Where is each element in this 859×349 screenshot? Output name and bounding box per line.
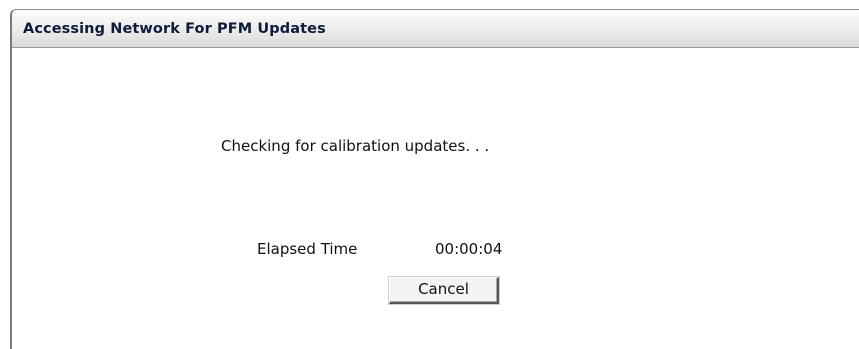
elapsed-time-label: Elapsed Time <box>257 240 358 258</box>
dialog-content: Checking for calibration updates. . . El… <box>12 48 859 349</box>
progress-dialog: Accessing Network For PFM Updates Checki… <box>10 9 859 349</box>
status-message: Checking for calibration updates. . . <box>221 137 490 155</box>
title-bar[interactable]: Accessing Network For PFM Updates <box>12 10 859 48</box>
dialog-title: Accessing Network For PFM Updates <box>23 21 326 37</box>
elapsed-time-value: 00:00:04 <box>435 240 503 258</box>
cancel-button[interactable]: Cancel <box>389 277 499 304</box>
